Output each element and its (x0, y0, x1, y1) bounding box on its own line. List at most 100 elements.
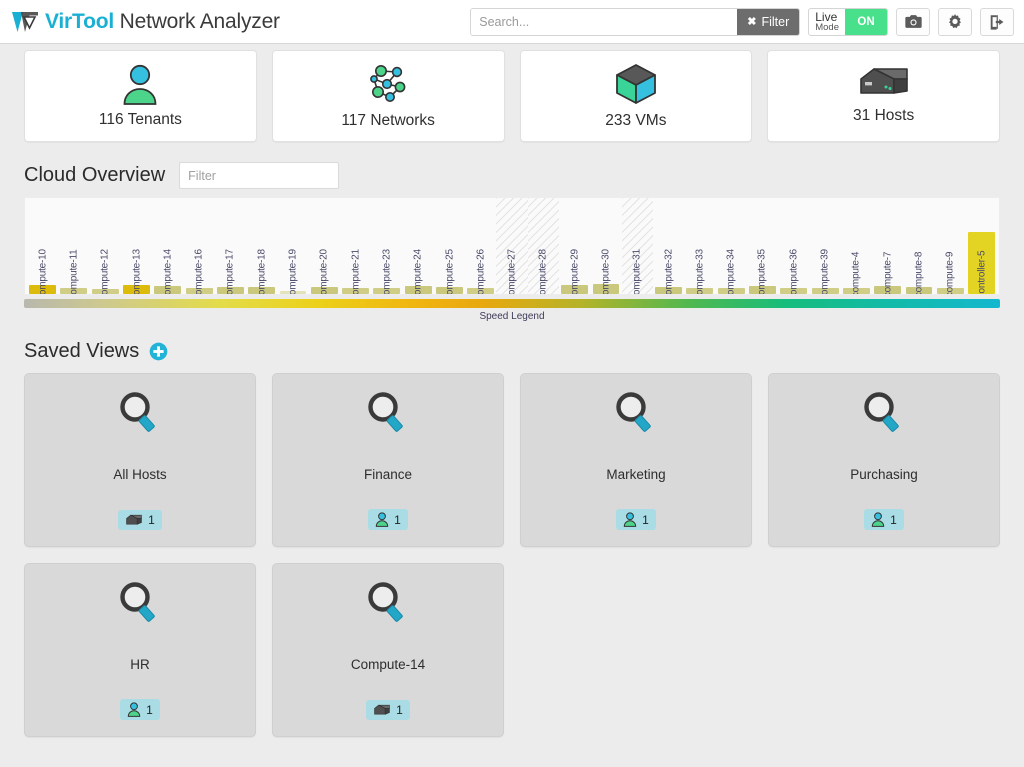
node-label: compute-34 (725, 249, 737, 295)
saved-views-header: Saved Views (0, 322, 1024, 373)
node-column[interactable]: compute-9 (935, 198, 966, 294)
node-column[interactable]: compute-27 (496, 198, 528, 294)
saved-view-icon (365, 580, 411, 631)
saved-view-card[interactable]: Finance 1 (272, 373, 504, 547)
saved-view-name: Compute-14 (350, 657, 426, 672)
saved-view-icon (861, 390, 907, 441)
node-column[interactable]: compute-19 (277, 198, 308, 294)
saved-view-card[interactable]: Purchasing 1 (768, 373, 1000, 547)
speed-legend-label: Speed Legend (479, 311, 545, 322)
search-input[interactable] (471, 8, 738, 35)
camera-icon (904, 15, 922, 28)
saved-view-card[interactable]: All Hosts 1 (24, 373, 256, 547)
saved-view-badge[interactable]: 1 (366, 700, 410, 720)
node-column[interactable]: compute-17 (215, 198, 246, 294)
magnifier-icon (120, 392, 155, 432)
node-label: compute-19 (287, 249, 299, 295)
logout-button[interactable] (980, 7, 1014, 36)
stat-card-tenants[interactable]: 116 Tenants (24, 50, 257, 142)
node-column[interactable]: compute-12 (90, 198, 121, 294)
speed-legend-gradient (24, 299, 1000, 308)
node-column[interactable]: compute-32 (653, 198, 684, 294)
node-column[interactable]: compute-18 (246, 198, 277, 294)
node-column[interactable]: compute-4 (841, 198, 872, 294)
magnifier-icon (368, 392, 403, 432)
network-nodes-icon (370, 65, 406, 102)
node-column[interactable]: compute-29 (559, 198, 590, 294)
node-label: compute-30 (600, 249, 612, 295)
node-column[interactable]: compute-34 (716, 198, 747, 294)
stat-card-hosts[interactable]: 31 Hosts (767, 50, 1000, 142)
settings-button[interactable] (938, 7, 972, 36)
node-column[interactable]: compute-8 (903, 198, 934, 294)
host-server-icon (374, 704, 390, 715)
node-column[interactable]: compute-16 (183, 198, 214, 294)
host-server-icon (126, 514, 142, 525)
search-group: ✖ Filter (470, 7, 801, 36)
virtool-v-logo-icon (12, 11, 38, 32)
node-column[interactable]: compute-7 (872, 198, 903, 294)
node-label: compute-36 (788, 249, 800, 295)
saved-view-card[interactable]: Marketing 1 (520, 373, 752, 547)
stat-card-networks[interactable]: 117 Networks (271, 50, 505, 142)
node-label: compute-39 (819, 249, 831, 295)
node-label: compute-17 (224, 249, 236, 295)
saved-view-badge[interactable]: 1 (368, 509, 408, 530)
node-label: compute-9 (944, 251, 956, 295)
node-column[interactable]: compute-36 (778, 198, 809, 294)
screenshot-button[interactable] (896, 7, 930, 36)
node-label: compute-25 (444, 249, 455, 295)
node-column[interactable]: compute-39 (809, 198, 840, 294)
node-column[interactable]: compute-25 (434, 198, 465, 294)
stat-label-hosts: 31 Hosts (853, 107, 915, 124)
node-column[interactable]: controller-5 (966, 198, 997, 294)
saved-view-badge[interactable]: 1 (118, 510, 162, 530)
logout-icon (990, 14, 1003, 30)
stat-card-vms[interactable]: 233 VMs (519, 50, 753, 142)
cloud-overview-filter-input[interactable] (179, 162, 340, 189)
saved-view-name: Purchasing (850, 467, 918, 482)
node-label: compute-20 (318, 249, 330, 295)
node-column[interactable]: compute-13 (121, 198, 152, 294)
saved-view-icon (117, 580, 163, 631)
node-column[interactable]: compute-10 (27, 198, 58, 294)
node-column[interactable]: compute-33 (684, 198, 715, 294)
saved-view-badge[interactable]: 1 (616, 509, 656, 530)
node-column[interactable]: compute-31 (621, 198, 653, 295)
live-mode-toggle[interactable]: ON (845, 8, 887, 35)
badge-count: 1 (642, 512, 649, 527)
saved-view-card[interactable]: Compute-14 1 (272, 563, 504, 737)
node-label: compute-31 (631, 249, 643, 295)
node-column[interactable]: compute-26 (465, 198, 496, 294)
live-mode-label: Live Mode (809, 9, 845, 35)
saved-views-grid: All Hosts 1 Finance 1 Marketing 1 Purchasing 1 H… (0, 373, 1024, 737)
node-column[interactable]: compute-35 (747, 198, 778, 294)
node-column[interactable]: compute-21 (340, 198, 371, 294)
host-server-icon (859, 68, 908, 94)
node-column[interactable]: compute-11 (58, 198, 89, 294)
saved-view-badge[interactable]: 1 (864, 509, 904, 530)
saved-view-badge[interactable]: 1 (120, 699, 160, 720)
node-label: compute-32 (663, 249, 675, 295)
node-column[interactable]: compute-20 (309, 198, 340, 294)
node-column[interactable]: compute-30 (590, 198, 621, 294)
add-circle-icon[interactable] (149, 342, 168, 361)
stats-row: 116 Tenants 117 Networks 233 VMs 31 Host… (0, 44, 1024, 142)
badge-count: 1 (148, 513, 155, 527)
gear-icon (949, 13, 961, 28)
node-column[interactable]: compute-28 (527, 198, 560, 295)
node-label: compute-11 (68, 249, 80, 295)
saved-view-name: All Hosts (113, 467, 167, 482)
saved-view-icon (365, 390, 411, 441)
node-label: compute-28 (537, 249, 549, 295)
node-column[interactable]: compute-24 (403, 198, 434, 294)
node-label: compute-13 (131, 249, 143, 295)
saved-view-card[interactable]: HR 1 (24, 563, 256, 737)
node-column[interactable]: compute-14 (152, 198, 183, 294)
brand-primary: VirTool (45, 9, 114, 33)
node-label: compute-14 (162, 249, 174, 295)
filter-button[interactable]: ✖ Filter (737, 8, 800, 35)
magnifier-icon (864, 392, 899, 432)
cloud-overview-panel: compute-10 compute-11 compute-12 compute-13… (24, 197, 1000, 295)
node-column[interactable]: compute-23 (371, 198, 402, 294)
